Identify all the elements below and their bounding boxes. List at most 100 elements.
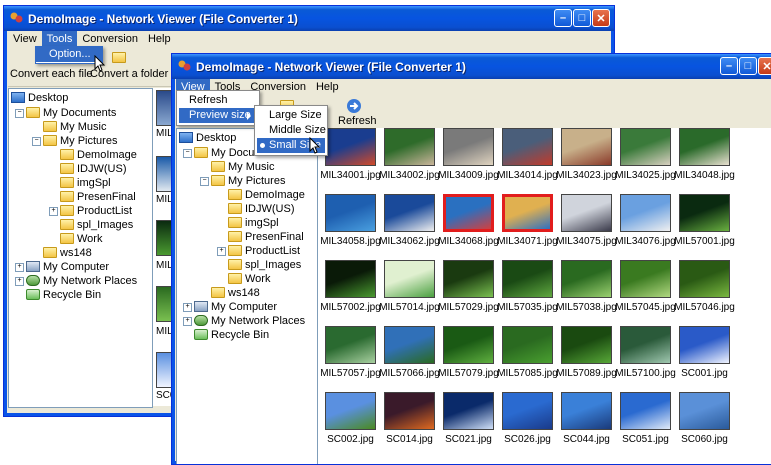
- thumbnail-item[interactable]: SC060.jpg: [675, 392, 734, 446]
- expander-network[interactable]: +: [183, 317, 192, 326]
- thumbnail-item[interactable]: MIL34014.jpg: [497, 128, 558, 182]
- thumbnail-image[interactable]: [620, 392, 671, 430]
- thumbnail-item[interactable]: MIL34048.jpg: [674, 128, 735, 182]
- close-button[interactable]: ✕: [592, 9, 610, 27]
- expander-my-pictures[interactable]: −: [200, 177, 209, 186]
- thumbnail-item[interactable]: MIL57014.jpg: [379, 260, 440, 314]
- thumbnail-item[interactable]: SC014.jpg: [380, 392, 439, 446]
- thumbnail-image[interactable]: [443, 128, 494, 166]
- thumbnail-item[interactable]: MIL34002.jpg: [379, 128, 440, 182]
- thumbnail-image[interactable]: [443, 326, 494, 364]
- thumbnail-item[interactable]: MIL57001.jpg: [674, 194, 735, 248]
- thumbnail-item[interactable]: MIL57029.jpg: [438, 260, 499, 314]
- close-button[interactable]: ✕: [758, 57, 771, 75]
- menu-view[interactable]: View: [8, 31, 42, 47]
- convert-each-file-button[interactable]: Convert each file: [10, 68, 93, 80]
- thumbnail-item[interactable]: MIL57038.jpg: [556, 260, 617, 314]
- thumbnail-image[interactable]: [502, 326, 553, 364]
- thumbnail-image[interactable]: [384, 260, 435, 298]
- thumbnail-image[interactable]: [502, 128, 553, 166]
- thumbnail-item[interactable]: MIL57066.jpg: [379, 326, 440, 380]
- menu-help[interactable]: Help: [311, 79, 344, 95]
- thumbnail-image[interactable]: [620, 326, 671, 364]
- thumbnail-image[interactable]: [443, 392, 494, 430]
- thumbnail-image[interactable]: [561, 128, 612, 166]
- thumbnail-item[interactable]: SC044.jpg: [557, 392, 616, 446]
- thumbnail-image[interactable]: [620, 194, 671, 232]
- thumbnail-image[interactable]: [561, 326, 612, 364]
- thumbnail-image[interactable]: [384, 392, 435, 430]
- menu-conversion[interactable]: Conversion: [77, 31, 143, 47]
- thumbnail-item[interactable]: MIL57035.jpg: [497, 260, 558, 314]
- thumbnail-image[interactable]: [679, 326, 730, 364]
- option-menu-item[interactable]: Option...: [36, 47, 102, 62]
- thumbnail-image[interactable]: [679, 128, 730, 166]
- thumbnail-image[interactable]: [443, 194, 494, 232]
- thumbnail-image[interactable]: [325, 326, 376, 364]
- thumbnail-item[interactable]: MIL34058.jpg: [320, 194, 381, 248]
- thumbnail-image[interactable]: [561, 260, 612, 298]
- expander-productlist[interactable]: +: [49, 207, 58, 216]
- expander-my-pictures[interactable]: −: [32, 137, 41, 146]
- expander-productlist[interactable]: +: [217, 247, 226, 256]
- thumbnail-image[interactable]: [384, 128, 435, 166]
- thumbnail-item[interactable]: MIL34009.jpg: [438, 128, 499, 182]
- thumbnail-image[interactable]: [384, 194, 435, 232]
- thumbnail-item[interactable]: MIL57079.jpg: [438, 326, 499, 380]
- thumbnail-item[interactable]: SC026.jpg: [498, 392, 557, 446]
- thumbnail-image[interactable]: [325, 260, 376, 298]
- refresh-menu-item[interactable]: Refresh: [179, 93, 257, 108]
- thumbnail-image[interactable]: [384, 326, 435, 364]
- maximize-button[interactable]: □: [573, 9, 591, 27]
- thumbnail-item[interactable]: MIL34076.jpg: [615, 194, 676, 248]
- front-window-titlebar[interactable]: DemoImage - Network Viewer (File Convert…: [172, 54, 771, 79]
- thumbnail-image[interactable]: [502, 194, 553, 232]
- thumbnail-image[interactable]: [502, 392, 553, 430]
- thumbnail-grid[interactable]: MIL34001.jpg MIL34002.jpg MIL34009.jpg MIL3…: [318, 128, 771, 464]
- thumbnail-item[interactable]: MIL34001.jpg: [320, 128, 381, 182]
- menu-tools[interactable]: Tools: [41, 31, 78, 47]
- expander-my-computer[interactable]: +: [15, 263, 24, 272]
- minimize-button[interactable]: –: [720, 57, 738, 75]
- thumbnail-item[interactable]: MIL34068.jpg: [438, 194, 499, 248]
- thumbnail-item[interactable]: SC002.jpg: [321, 392, 380, 446]
- back-window-titlebar[interactable]: DemoImage - Network Viewer (File Convert…: [4, 6, 614, 31]
- thumbnail-image[interactable]: [502, 260, 553, 298]
- thumbnail-image[interactable]: [325, 194, 376, 232]
- thumbnail-image[interactable]: [561, 194, 612, 232]
- thumbnail-item[interactable]: SC001.jpg: [675, 326, 734, 380]
- preview-size-menu-item[interactable]: Preview size: [179, 108, 257, 123]
- thumbnail-item[interactable]: SC021.jpg: [439, 392, 498, 446]
- expander-my-documents[interactable]: −: [15, 109, 24, 118]
- front-tree-pane[interactable]: Desktop − My Documents My Music − My Pic…: [176, 128, 318, 464]
- refresh-icon[interactable]: [345, 98, 363, 114]
- thumbnail-image[interactable]: [443, 260, 494, 298]
- thumbnail-item[interactable]: MIL57085.jpg: [497, 326, 558, 380]
- thumbnail-item[interactable]: MIL57002.jpg: [320, 260, 381, 314]
- refresh-button[interactable]: Refresh: [338, 115, 377, 127]
- expander-my-computer[interactable]: +: [183, 303, 192, 312]
- thumbnail-item[interactable]: MIL57089.jpg: [556, 326, 617, 380]
- thumbnail-image[interactable]: [325, 128, 376, 166]
- menu-help[interactable]: Help: [143, 31, 176, 47]
- thumbnail-image[interactable]: [325, 392, 376, 430]
- thumbnail-item[interactable]: MIL57046.jpg: [674, 260, 735, 314]
- thumbnail-image[interactable]: [620, 260, 671, 298]
- expander-my-documents[interactable]: −: [183, 149, 192, 158]
- thumbnail-item[interactable]: MIL34062.jpg: [379, 194, 440, 248]
- thumbnail-image[interactable]: [679, 260, 730, 298]
- thumbnail-item[interactable]: MIL34075.jpg: [556, 194, 617, 248]
- thumbnail-image[interactable]: [620, 128, 671, 166]
- thumbnail-item[interactable]: MIL57045.jpg: [615, 260, 676, 314]
- thumbnail-item[interactable]: SC051.jpg: [616, 392, 675, 446]
- thumbnail-item[interactable]: MIL57100.jpg: [615, 326, 676, 380]
- thumbnail-image[interactable]: [679, 194, 730, 232]
- thumbnail-item[interactable]: MIL34071.jpg: [497, 194, 558, 248]
- thumbnail-item[interactable]: MIL34023.jpg: [556, 128, 617, 182]
- thumbnail-item[interactable]: MIL57057.jpg: [320, 326, 381, 380]
- minimize-button[interactable]: –: [554, 9, 572, 27]
- thumbnail-image[interactable]: [561, 392, 612, 430]
- back-tree-pane[interactable]: Desktop − My Documents My Music − My Pic…: [8, 88, 153, 408]
- maximize-button[interactable]: □: [739, 57, 757, 75]
- large-size-menu-item[interactable]: Large Size: [257, 108, 325, 123]
